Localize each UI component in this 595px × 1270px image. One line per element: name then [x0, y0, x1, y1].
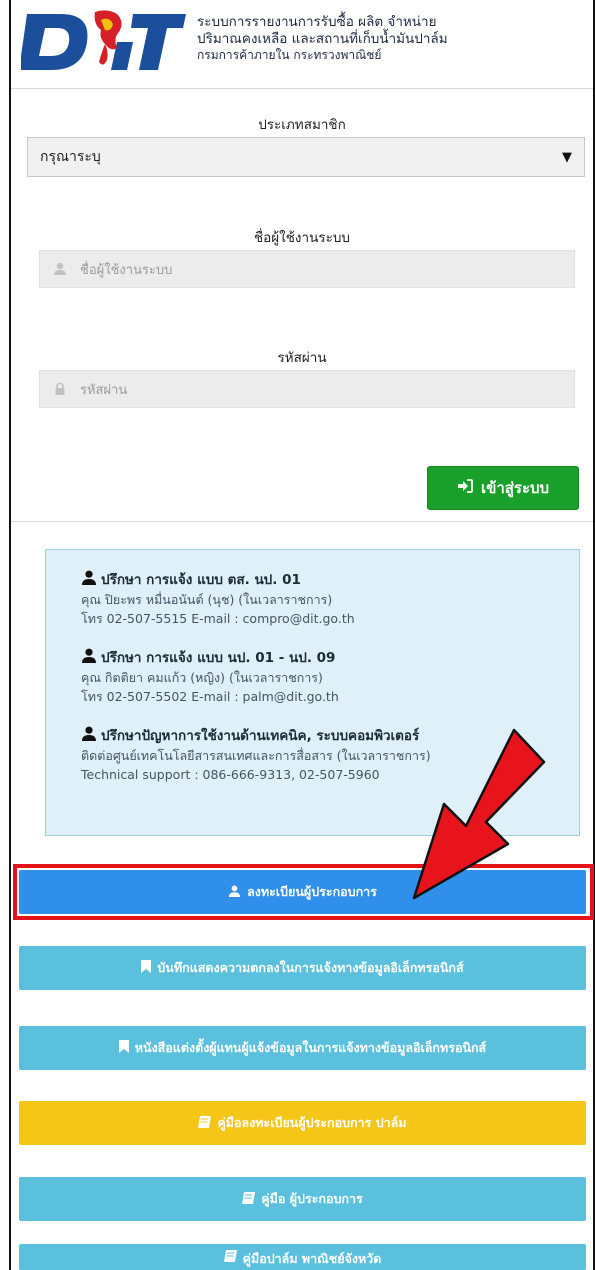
form-divider: [11, 521, 593, 522]
member-type-select[interactable]: กรุณาระบุ ▼: [27, 137, 585, 177]
dit-logo: [21, 10, 186, 70]
sign-in-icon: [457, 479, 473, 497]
site-title: ระบบการรายงานการรับซื้อ ผลิต จำหน่าย ปริ…: [197, 14, 587, 63]
user-icon: [81, 648, 97, 667]
bookmark-icon: [118, 1040, 129, 1056]
password-placeholder: รหัสผ่าน: [80, 382, 128, 398]
book-icon: [198, 1115, 212, 1131]
login-button[interactable]: เข้าสู่ระบบ: [427, 466, 579, 510]
title-line-3: กรมการค้าภายใน กระทรวงพาณิชย์: [197, 48, 382, 62]
user-icon: [40, 262, 80, 276]
contact-title: ปรึกษาปัญหาการใช้งานด้านเทคนิค, ระบบคอมพ…: [101, 728, 420, 744]
book-icon: [242, 1191, 256, 1207]
member-type-value: กรุณาระบุ: [40, 149, 101, 165]
manual-register-label: คู่มือลงทะเบียนผู้ประกอบการ ปาล์ม: [217, 1115, 407, 1130]
contact-title: ปรึกษา การแจ้ง แบบ ตส. นป. 01: [101, 572, 301, 588]
agreement-label: บันทึกแสดงความตกลงในการแจ้งทางข้อมูลอิเล…: [157, 960, 464, 975]
password-label: รหัสผ่าน: [277, 350, 327, 366]
book-icon: [223, 1250, 237, 1265]
title-line-1: ระบบการรายงานการรับซื้อ ผลิต จำหน่าย: [197, 14, 437, 30]
caret-down-icon: ▼: [562, 149, 572, 165]
contact-group: ปรึกษา การแจ้ง แบบ นป. 01 - นป. 09 คุณ ก…: [81, 646, 579, 706]
lock-icon: [40, 382, 80, 396]
contact-heading: ปรึกษา การแจ้ง แบบ นป. 01 - นป. 09: [81, 646, 579, 668]
contact-phone-email: โทร 02-507-5515 E-mail : compro@dit.go.t…: [81, 611, 355, 626]
login-label: เข้าสู่ระบบ: [480, 479, 550, 497]
appointment-label: หนังสือแต่งตั้งผู้แทนผู้แจ้งข้อมูลในการแ…: [134, 1040, 487, 1055]
contact-person: คุณ กิตติยา คมแก้ว (หญิง) (ในเวลาราชการ): [81, 670, 323, 685]
username-label: ชื่อผู้ใช้งานระบบ: [254, 230, 350, 246]
user-icon: [81, 570, 97, 589]
manual-operator-button[interactable]: คู่มือ ผู้ประกอบการ: [19, 1177, 586, 1221]
manual-province-label: คู่มือปาล์ม พาณิชย์จังหวัด: [242, 1251, 382, 1266]
contact-person: คุณ ปิยะพร หมื่นอนันต์ (นุช) (ในเวลาราชก…: [81, 592, 333, 607]
manual-province-button[interactable]: คู่มือปาล์ม พาณิชย์จังหวัด: [19, 1244, 586, 1270]
contact-heading: ปรึกษา การแจ้ง แบบ ตส. นป. 01: [81, 568, 579, 590]
appointment-button[interactable]: หนังสือแต่งตั้งผู้แทนผู้แจ้งข้อมูลในการแ…: [19, 1026, 586, 1070]
agreement-button[interactable]: บันทึกแสดงความตกลงในการแจ้งทางข้อมูลอิเล…: [19, 946, 586, 990]
title-line-2: ปริมาณคงเหลือ และสถานที่เก็บน้ำมันปาล์ม: [197, 31, 448, 47]
contact-title: ปรึกษา การแจ้ง แบบ นป. 01 - นป. 09: [101, 650, 336, 666]
header-divider: [11, 88, 593, 89]
contact-phone-email: โทร 02-507-5502 E-mail : palm@dit.go.th: [81, 689, 339, 704]
manual-register-button[interactable]: คู่มือลงทะเบียนผู้ประกอบการ ปาล์ม: [19, 1101, 586, 1145]
password-input[interactable]: รหัสผ่าน: [39, 370, 575, 408]
user-icon: [81, 726, 97, 745]
username-placeholder: ชื่อผู้ใช้งานระบบ: [80, 262, 173, 278]
member-type-label: ประเภทสมาชิก: [258, 117, 346, 133]
site-header: ระบบการรายงานการรับซื้อ ผลิต จำหน่าย ปริ…: [21, 8, 581, 80]
pointer-arrow-icon: [412, 728, 546, 900]
bookmark-icon: [141, 960, 152, 976]
username-input[interactable]: ชื่อผู้ใช้งานระบบ: [39, 250, 575, 288]
manual-operator-label: คู่มือ ผู้ประกอบการ: [261, 1191, 363, 1206]
contact-group: ปรึกษา การแจ้ง แบบ ตส. นป. 01 คุณ ปิยะพร…: [81, 568, 579, 628]
